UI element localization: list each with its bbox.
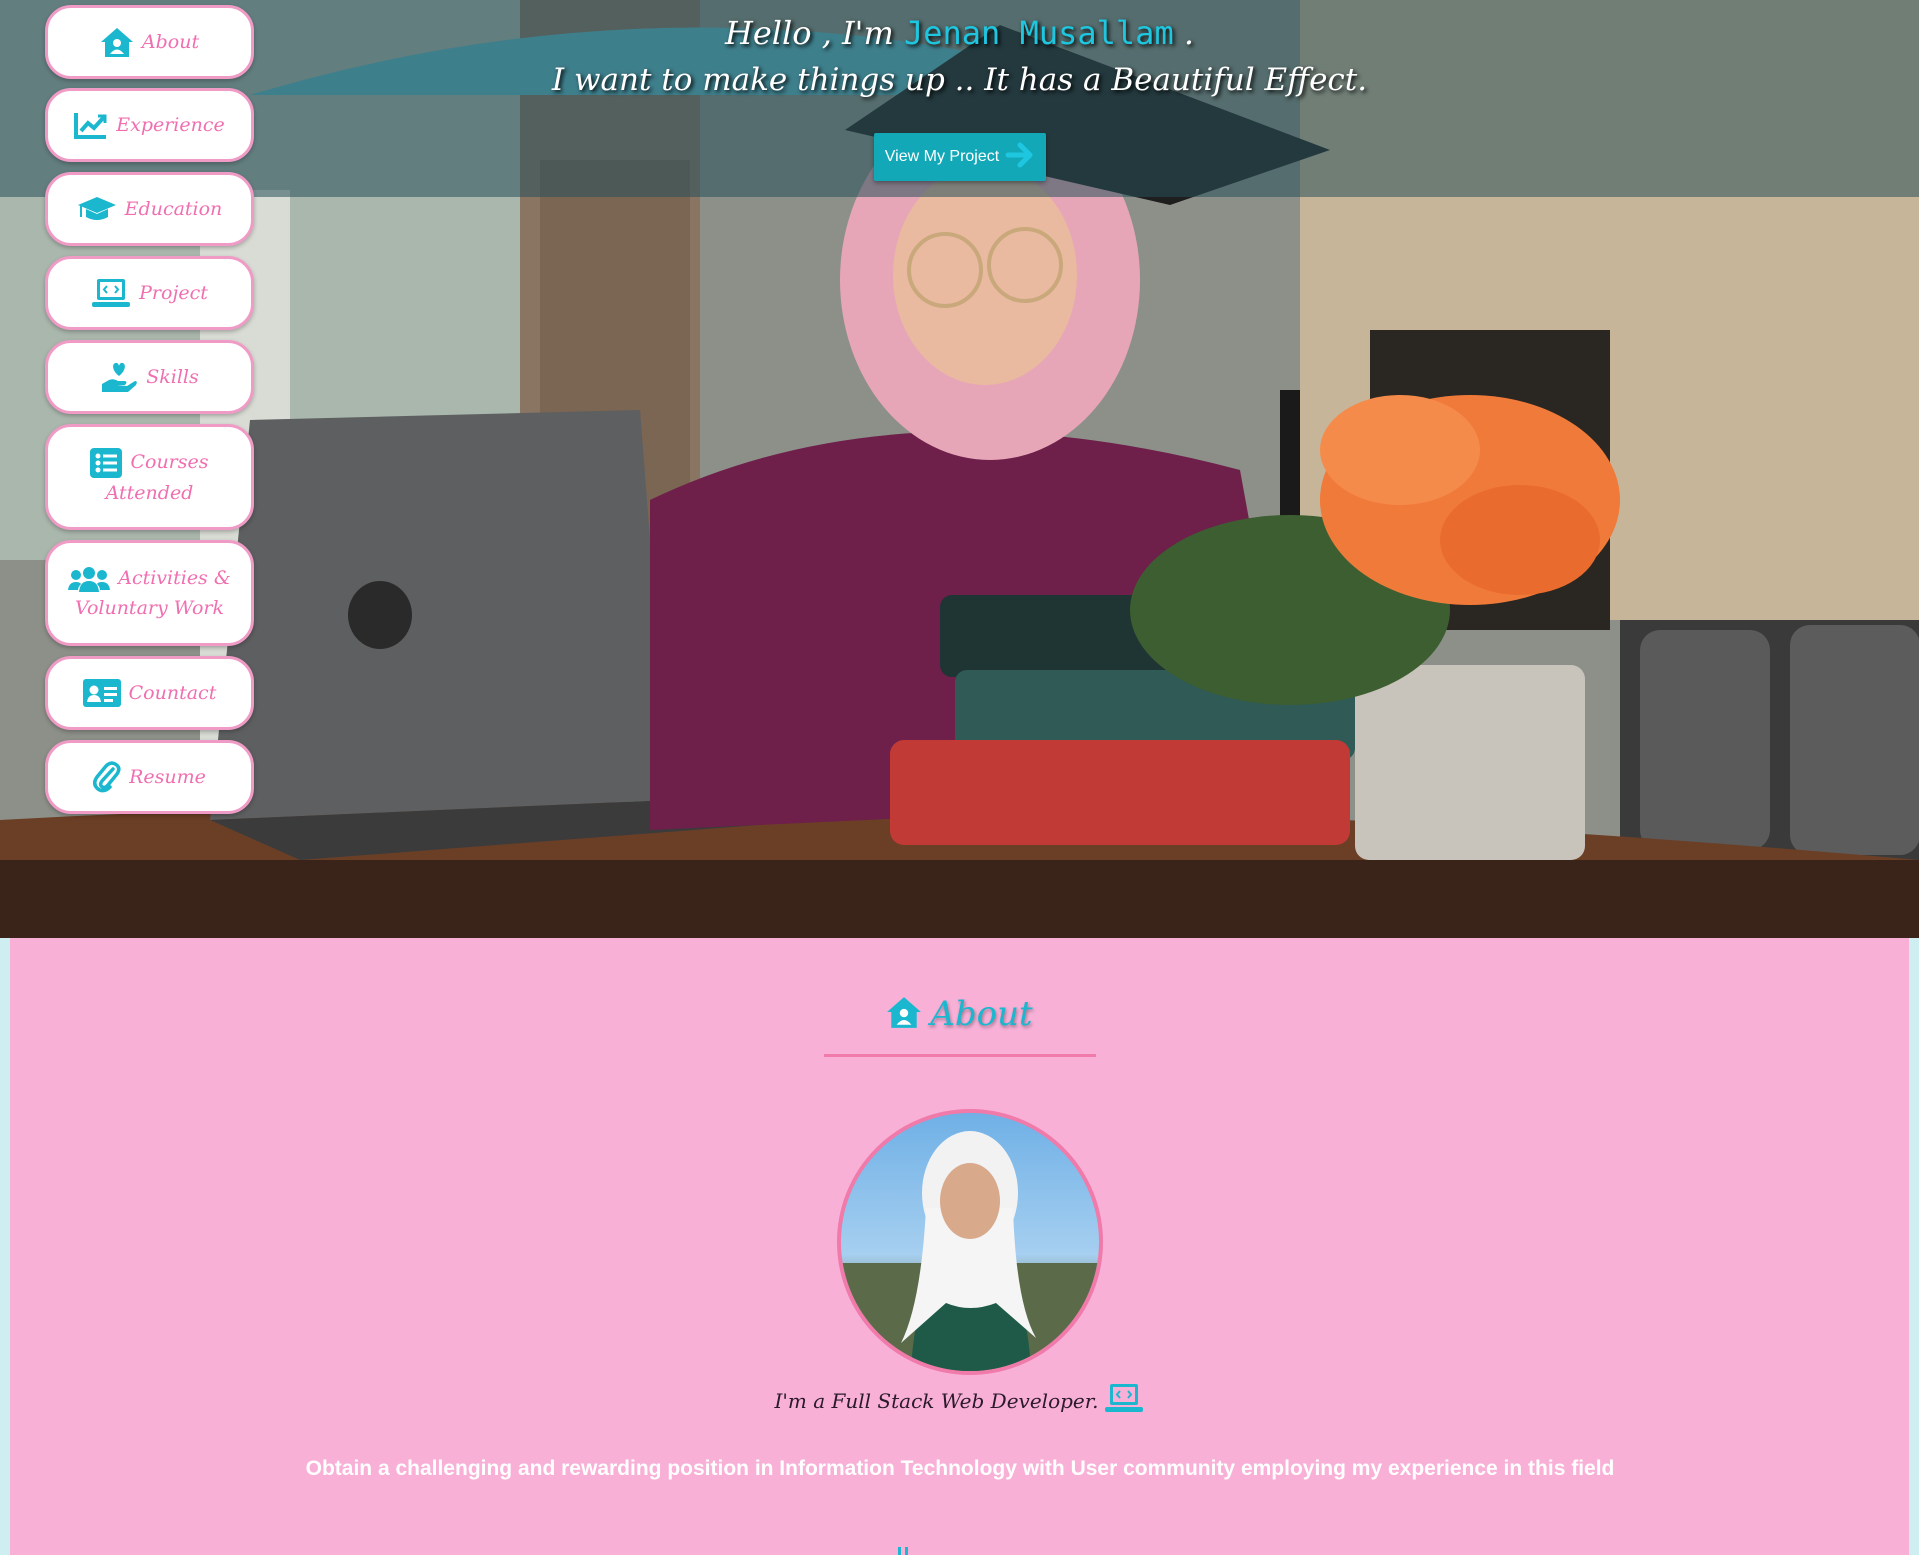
view-project-label: View My Project [884, 148, 1000, 165]
house-user-icon [100, 26, 134, 58]
hero-name: Jenan Musallam [903, 14, 1174, 52]
nav-about-button[interactable]: About [45, 5, 254, 79]
profile-photo [841, 1131, 1099, 1371]
nav-project-button[interactable]: Project [45, 256, 254, 330]
profile-avatar [837, 1109, 1103, 1375]
nav-activities-content: Activities & Voluntary Work [62, 563, 237, 623]
hand-holding-heart-icon [100, 360, 138, 394]
nav-skills-label: Skills [146, 366, 199, 388]
laptop-code-icon [1098, 1384, 1144, 1413]
house-user-icon [886, 994, 930, 1034]
address-card-icon [82, 679, 121, 707]
nav-education-button[interactable]: Education [45, 172, 254, 246]
hero-greeting: Hello , I'm Jenan Musallam . [0, 14, 1919, 52]
hero-section: Hello , I'm Jenan Musallam . I want to m… [0, 0, 1919, 938]
view-project-button[interactable]: View My Project [874, 133, 1046, 181]
laptop-code-icon [91, 277, 131, 309]
chart-line-icon [74, 111, 108, 139]
nav-activities-button[interactable]: Activities & Voluntary Work [45, 540, 254, 646]
graduation-cap-icon [77, 195, 117, 223]
career-objective: Obtain a challenging and rewarding posit… [305, 1457, 1615, 1480]
about-heading: About [10, 994, 1909, 1034]
nav-skills-button[interactable]: Skills [45, 340, 254, 414]
nav-courses-button[interactable]: Courses Attended [45, 424, 254, 530]
arrow-right-icon [1005, 141, 1035, 174]
nav-experience-label: Experience [116, 114, 225, 136]
nav-resume-label: Resume [129, 766, 206, 788]
paperclip-icon [93, 761, 121, 793]
nav-contact-button[interactable]: Countact [45, 656, 254, 730]
nav-project-label: Project [139, 282, 208, 304]
nav-contact-label: Countact [128, 682, 217, 704]
about-title-text: About [930, 994, 1033, 1034]
nav-resume-button[interactable]: Resume [45, 740, 254, 814]
nav-courses-content: Courses Attended [62, 447, 237, 508]
more-content-icon [898, 1547, 908, 1555]
about-tagline: I'm a Full Stack Web Developer. [10, 1382, 1909, 1414]
users-icon [68, 565, 111, 593]
hero-subtitle: I want to make things up .. It has a Bea… [551, 62, 1368, 98]
nav-education-label: Education [124, 198, 223, 220]
hero-greeting-text: Hello , I'm [724, 14, 904, 52]
nav-experience-button[interactable]: Experience [45, 88, 254, 162]
nav-about-label: About [141, 31, 200, 53]
list-icon [90, 447, 123, 478]
tagline-text: I'm a Full Stack Web Developer. [774, 1389, 1099, 1413]
about-divider [824, 1054, 1096, 1057]
about-section: About I'm a Full Stack Web Developer. Ob… [10, 938, 1909, 1555]
hero-greeting-end: . [1173, 14, 1195, 52]
